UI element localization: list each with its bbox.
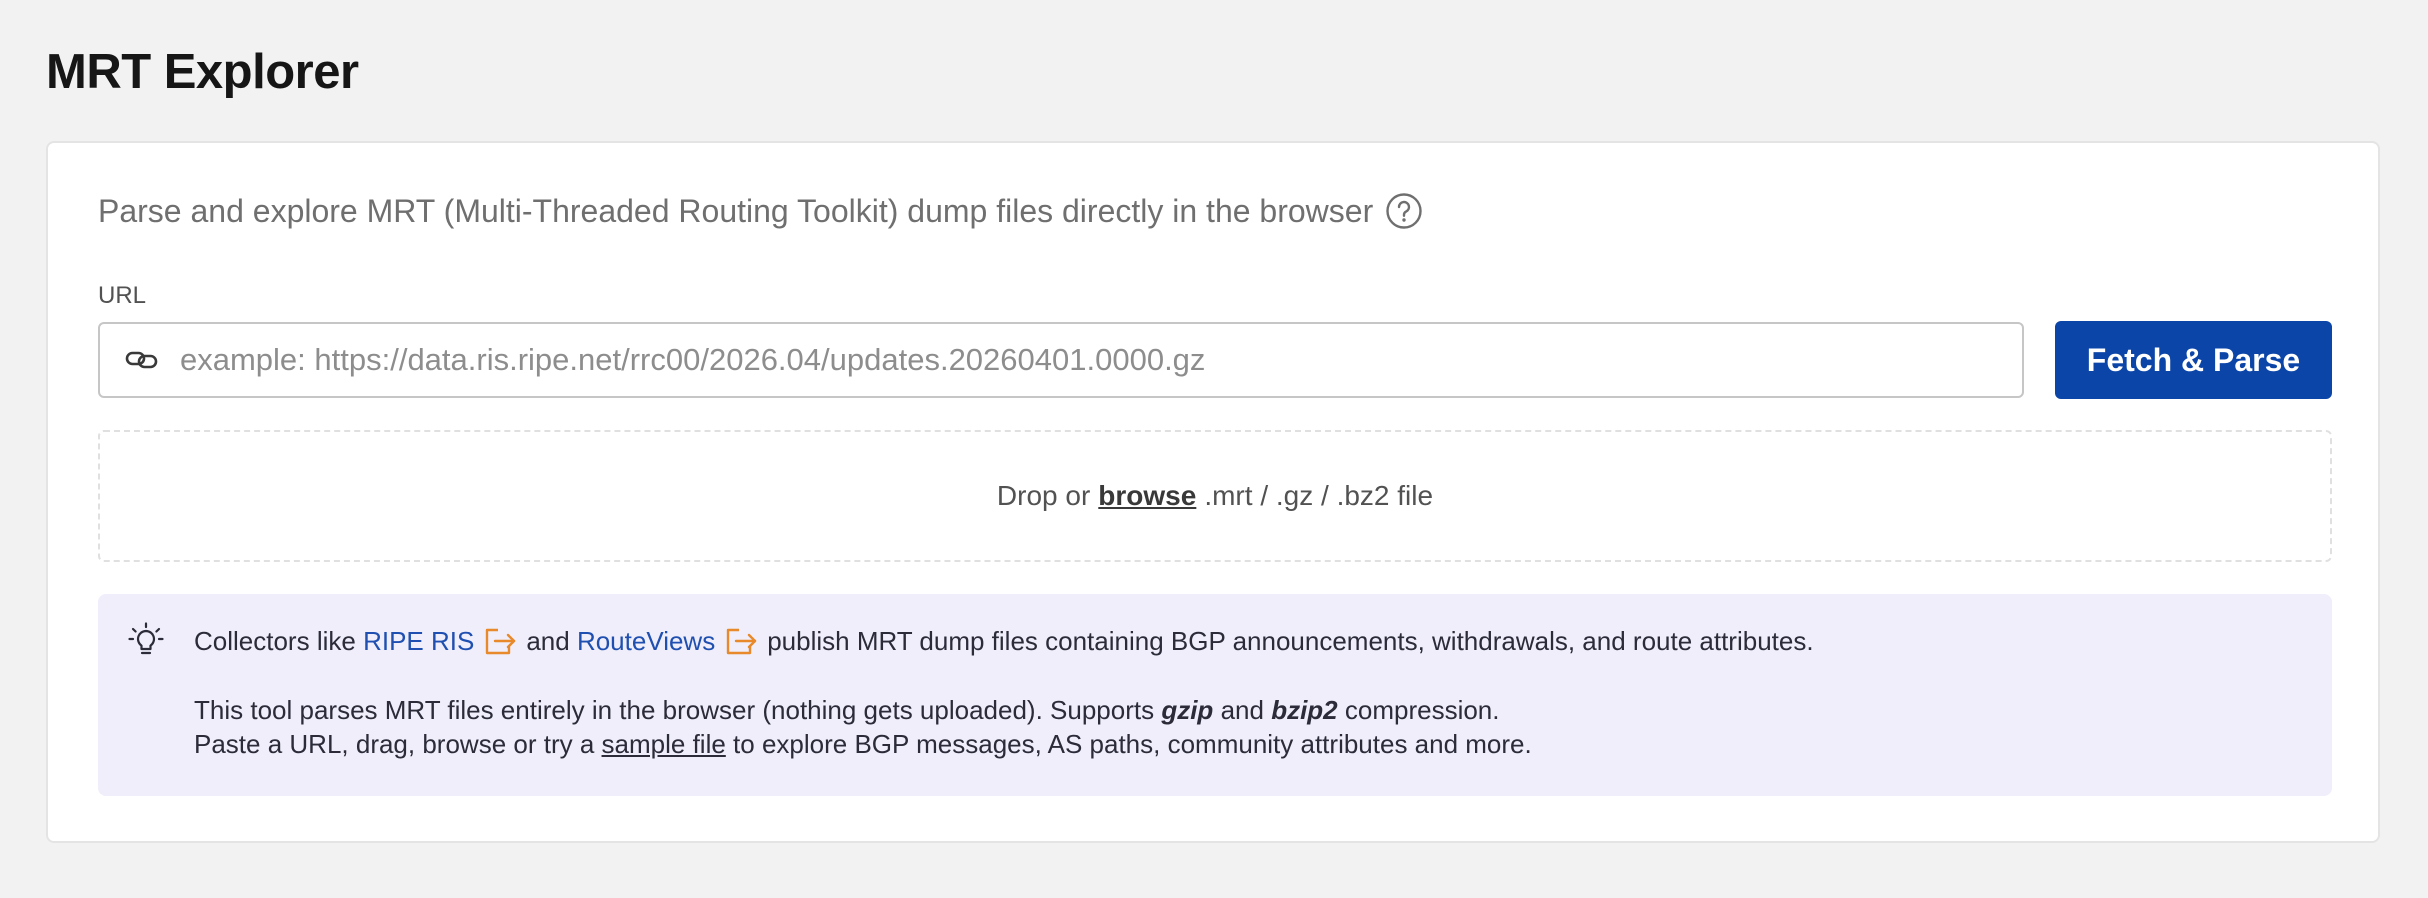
subtitle-text: Parse and explore MRT (Multi-Threaded Ro… <box>98 193 1374 229</box>
bzip2-label: bzip2 <box>1271 695 1338 725</box>
info-line-collectors: Collectors like RIPE RIS and RouteViews … <box>194 624 1814 658</box>
info-line-usage: Paste a URL, drag, browse or try a sampl… <box>194 727 1532 761</box>
help-circle-icon[interactable] <box>1385 192 1423 230</box>
routeviews-link[interactable]: RouteViews <box>577 624 715 658</box>
info-line3-prefix: Paste a URL, drag, browse or try a <box>194 729 595 759</box>
info-line1-and: and <box>526 626 570 656</box>
page-title: MRT Explorer <box>46 45 359 99</box>
info-line1-suffix: publish MRT dump files containing BGP an… <box>767 626 1814 656</box>
file-dropzone[interactable]: Drop or browse .mrt / .gz / .bz2 file <box>98 430 2332 562</box>
external-link-icon[interactable] <box>484 626 518 656</box>
url-label: URL <box>98 282 147 309</box>
dropzone-prefix: Drop or <box>996 480 1091 511</box>
page-subtitle: Parse and explore MRT (Multi-Threaded Ro… <box>98 191 1423 231</box>
info-box: Collectors like RIPE RIS and RouteViews … <box>98 594 2332 796</box>
info-line1-prefix: Collectors like <box>194 626 356 656</box>
info-line3-suffix: to explore BGP messages, AS paths, commu… <box>733 729 1532 759</box>
link-icon <box>122 340 162 380</box>
info-line2-suffix: compression. <box>1344 695 1500 725</box>
main-card: Parse and explore MRT (Multi-Threaded Ro… <box>46 141 2380 843</box>
url-input[interactable] <box>180 324 2022 396</box>
external-link-icon[interactable] <box>725 626 759 656</box>
browse-link[interactable]: browse <box>1098 480 1196 512</box>
url-field[interactable] <box>98 322 2024 398</box>
dropzone-suffix: .mrt / .gz / .bz2 file <box>1204 480 1434 511</box>
ripe-ris-link[interactable]: RIPE RIS <box>363 624 474 658</box>
sample-file-link[interactable]: sample file <box>602 729 726 759</box>
fetch-parse-button[interactable]: Fetch & Parse <box>2055 321 2332 399</box>
info-line2-and: and <box>1220 695 1264 725</box>
info-line-support: This tool parses MRT files entirely in t… <box>194 693 1500 727</box>
lightbulb-icon <box>128 622 164 658</box>
gzip-label: gzip <box>1161 695 1214 725</box>
info-line2-prefix: This tool parses MRT files entirely in t… <box>194 695 1155 725</box>
